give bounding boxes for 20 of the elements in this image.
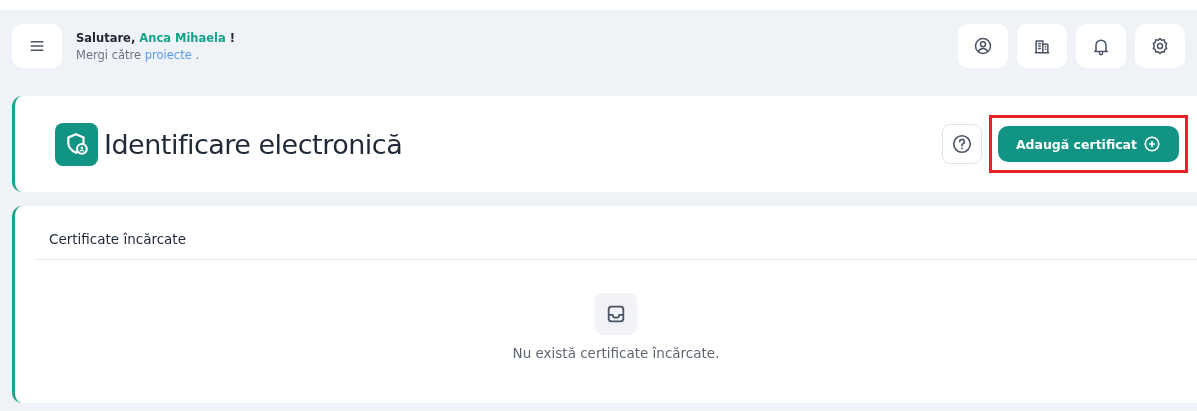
- shield-user-icon: [55, 122, 98, 166]
- section-heading: Certificate încărcate: [35, 206, 1197, 260]
- building-icon-button[interactable]: [1017, 24, 1067, 68]
- notification-icon-button[interactable]: [1076, 24, 1126, 68]
- projects-link[interactable]: proiecte: [144, 47, 192, 62]
- help-button[interactable]: [941, 124, 982, 164]
- user-icon-button[interactable]: [958, 24, 1008, 68]
- settings-icon: [1150, 36, 1170, 56]
- plus-circle-icon: [1143, 135, 1161, 153]
- notification-icon: [1091, 36, 1111, 56]
- menu-button[interactable]: [12, 24, 62, 68]
- add-certificate-button[interactable]: Adaugă certificat: [997, 126, 1179, 162]
- settings-icon-button[interactable]: [1135, 24, 1185, 68]
- empty-message: Nu există certificate încărcate.: [512, 344, 720, 361]
- help-icon: [950, 133, 973, 155]
- inbox-icon: [595, 292, 637, 335]
- user-icon: [973, 36, 993, 56]
- page-title: Identificare electronică: [104, 128, 404, 160]
- greeting-text: Salutare, Anca Mihaela !: [76, 30, 237, 45]
- navigation-text: Mergi către proiecte .: [76, 47, 201, 62]
